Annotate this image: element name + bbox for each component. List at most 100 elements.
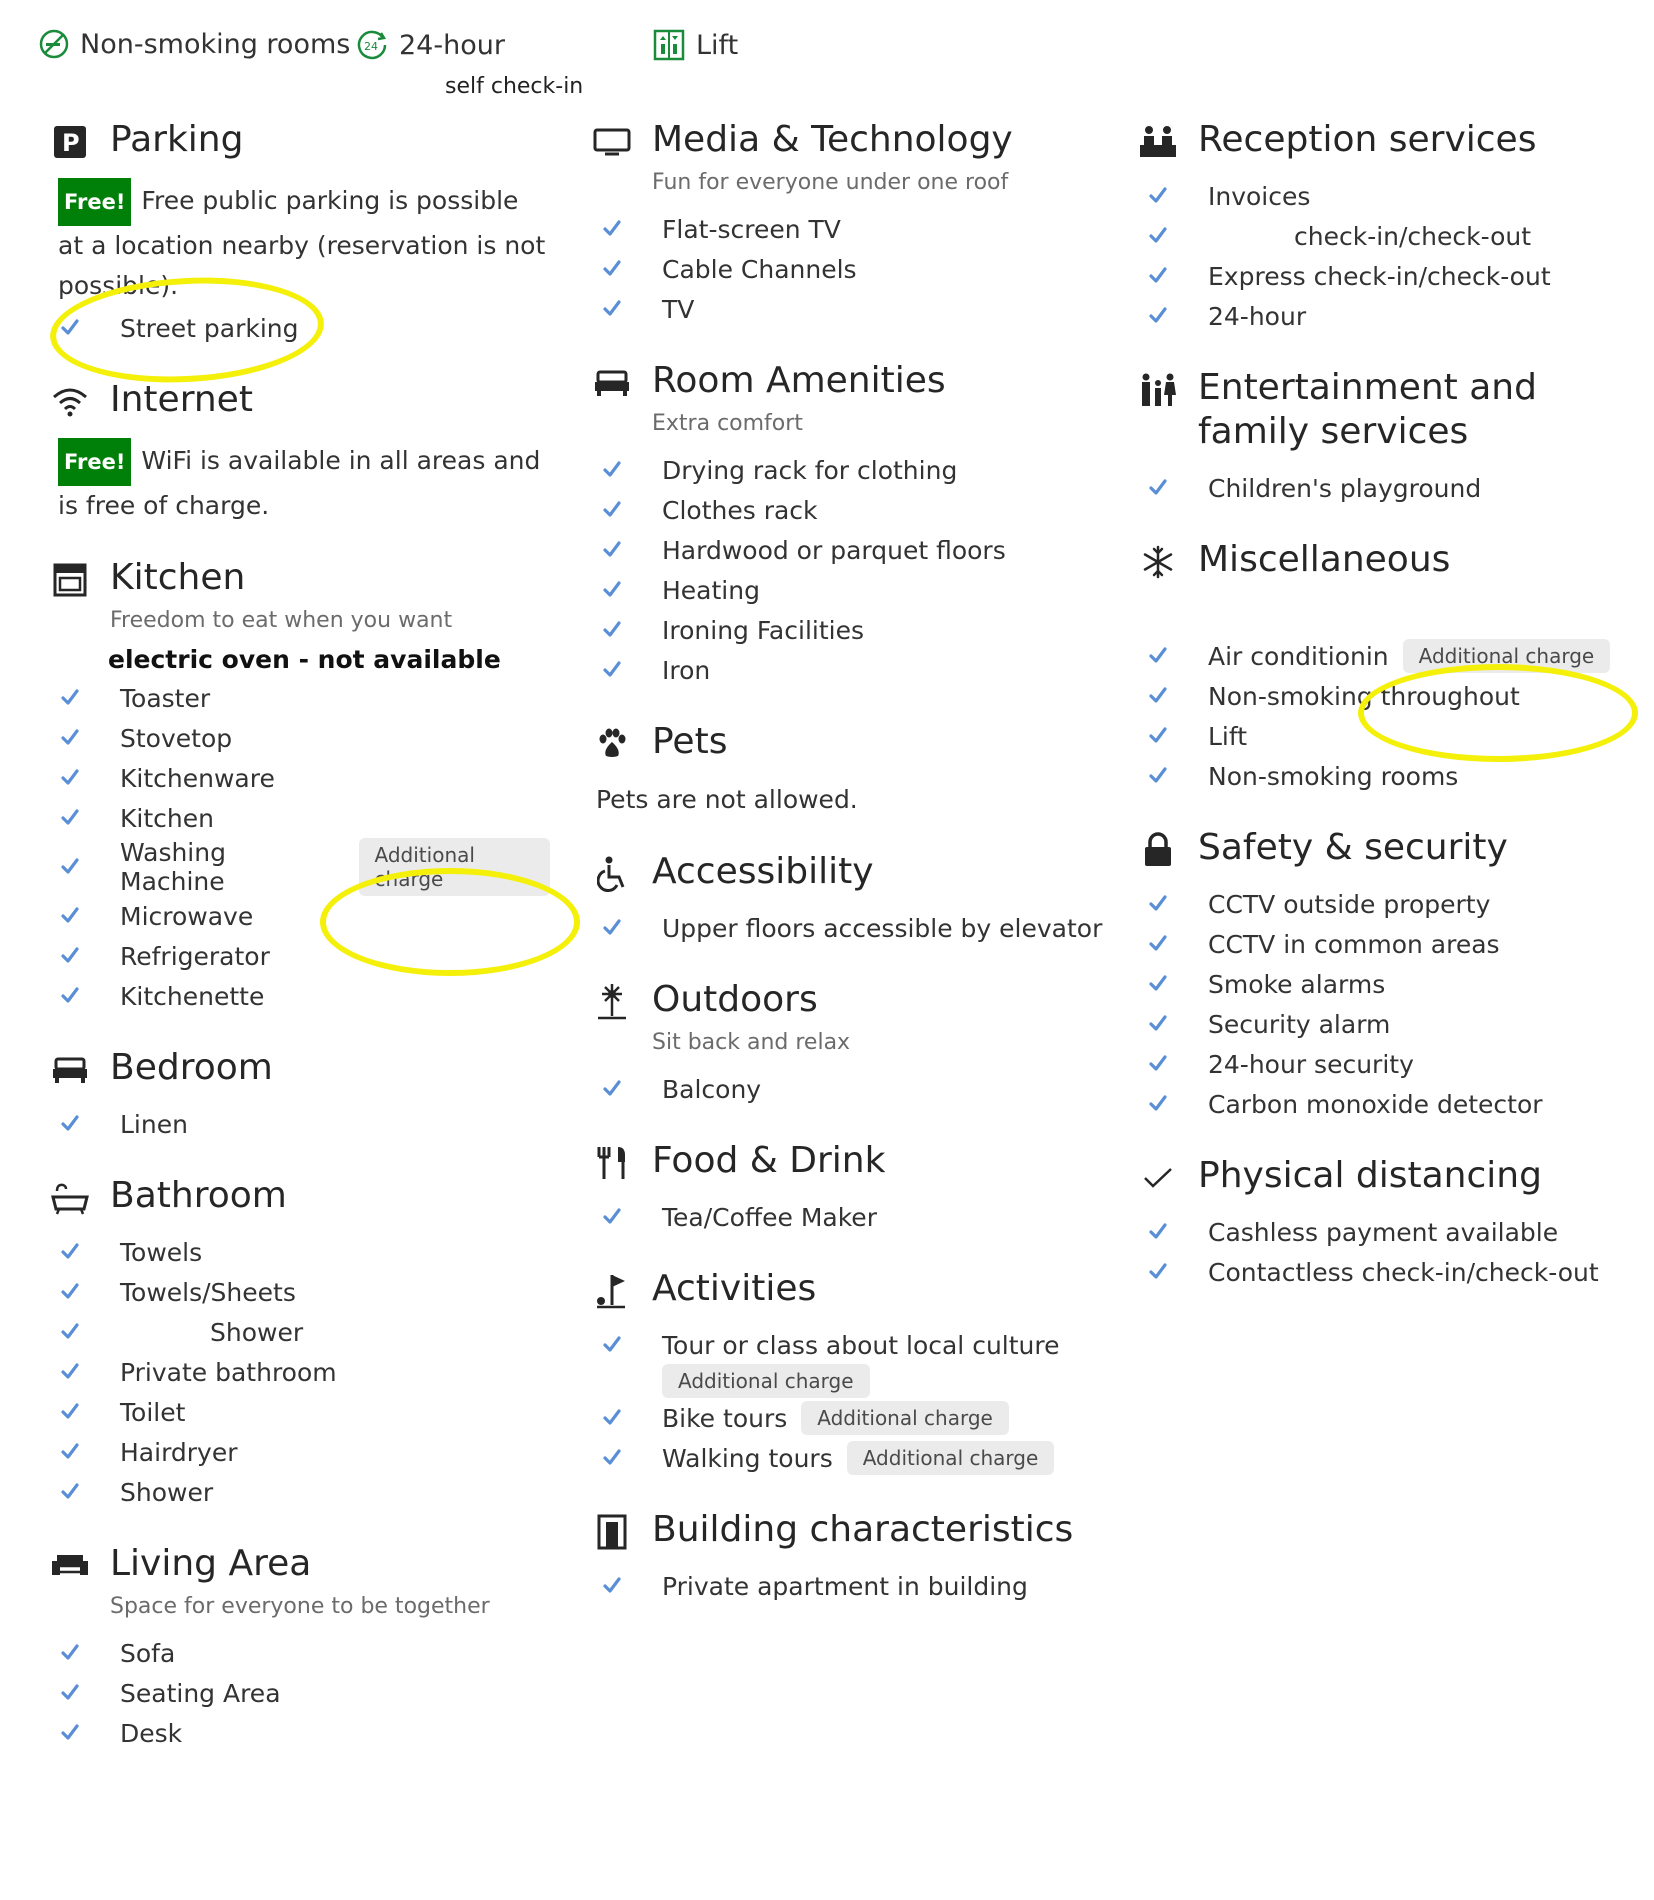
section-building: Building characteristics Private apartme… [592, 1508, 1112, 1606]
check-icon [60, 1282, 80, 1302]
list-item: Iron [592, 650, 1112, 690]
list-item: Cashless payment available [1138, 1212, 1638, 1252]
additional-charge-badge: Additional charge [846, 1441, 1055, 1475]
section-outdoors: Outdoors Sit back and relax Balcony [592, 978, 1112, 1109]
section-entertainment: Entertainment and family services Childr… [1138, 366, 1638, 508]
safety-title: Safety & security [1198, 827, 1508, 868]
check-icon [602, 1335, 622, 1355]
list-item: Private apartment in building [592, 1566, 1112, 1606]
free-badge: Free! [58, 178, 132, 226]
list-item: Walking tours Additional charge [592, 1438, 1112, 1478]
list-item: Kitchenette [50, 976, 550, 1016]
check-icon [1148, 766, 1168, 786]
check-icon [60, 808, 80, 828]
living-title: Living Area [110, 1543, 312, 1584]
list-item: Carbon monoxide detector [1138, 1084, 1638, 1124]
check-icon [1148, 306, 1168, 326]
list-item: Non-smoking throughout [1138, 676, 1638, 716]
check-icon [60, 1362, 80, 1382]
bathtub-icon [50, 1178, 90, 1218]
top-24h-checkin: 24 24-hour [355, 28, 505, 62]
list-item: Linen [50, 1104, 550, 1144]
list-item: Towels/Sheets [50, 1272, 550, 1312]
check-icon [602, 299, 622, 319]
list-item: Contactless check-in/check-out [1138, 1252, 1638, 1292]
check-icon [60, 1402, 80, 1422]
section-kitchen: Kitchen Freedom to eat when you want ele… [50, 556, 550, 1016]
section-bathroom: Bathroom Towels Towels/Sheets Shower Pri… [50, 1174, 550, 1512]
check-icon [602, 660, 622, 680]
check-icon [60, 1723, 80, 1743]
check-icon [1148, 1262, 1168, 1282]
check-icon [60, 728, 80, 748]
family-icon [1138, 370, 1178, 410]
section-media: Media & Technology Fun for everyone unde… [592, 118, 1112, 329]
check-icon [1148, 1222, 1168, 1242]
list-item: Microwave [50, 896, 550, 936]
kitchen-subtitle: Freedom to eat when you want [110, 608, 453, 633]
building-icon [592, 1512, 632, 1552]
list-item: Express check-in/check-out [1138, 256, 1638, 296]
wifi-icon [50, 382, 90, 422]
check-icon [60, 768, 80, 788]
additional-charge-badge: Additional charge [1402, 639, 1611, 673]
clock-24-icon: 24 [357, 30, 387, 60]
media-subtitle: Fun for everyone under one roof [652, 170, 1009, 195]
section-safety: Safety & security CCTV outside property … [1138, 826, 1638, 1124]
check-icon [60, 318, 80, 338]
bathroom-title: Bathroom [110, 1175, 287, 1216]
section-misc: Miscellaneous Air conditionin Additional … [1138, 538, 1638, 796]
check-icon [602, 620, 622, 640]
check-icon [602, 918, 622, 938]
check-icon [1148, 186, 1168, 206]
bedroom-title: Bedroom [110, 1047, 273, 1088]
section-pets: Pets Pets are not allowed. [592, 720, 1112, 820]
list-item: Street parking [50, 308, 550, 348]
kitchen-title: Kitchen [110, 557, 246, 598]
check-icon [1148, 1054, 1168, 1074]
no-smoking-icon [39, 29, 69, 59]
list-item: Kitchenware [50, 758, 550, 798]
list-item: Non-smoking rooms [1138, 756, 1638, 796]
cutlery-icon [592, 1143, 632, 1183]
list-item: Refrigerator [50, 936, 550, 976]
check-icon [602, 219, 622, 239]
reception-icon [1138, 122, 1178, 162]
entertainment-title: Entertainment and family services [1198, 367, 1537, 452]
activities-title: Activities [652, 1268, 817, 1309]
list-item: TV [592, 289, 1112, 329]
wheelchair-icon [592, 854, 632, 894]
list-item: Flat-screen TV [592, 209, 1112, 249]
parking-info: Free! Free public parking is possible at … [58, 178, 550, 306]
check-icon [1148, 726, 1168, 746]
list-item: Stovetop [50, 718, 550, 758]
list-item: Ironing Facilities [592, 610, 1112, 650]
kitchen-note: electric oven - not available [108, 645, 501, 674]
check-icon [602, 1079, 622, 1099]
section-bedroom: Bedroom Linen [50, 1046, 550, 1144]
list-item: Air conditionin Additional charge [1138, 636, 1638, 676]
check-icon [60, 906, 80, 926]
check-icon [602, 540, 622, 560]
list-item: Sofa [50, 1633, 550, 1673]
section-distancing: Physical distancing Cashless payment ava… [1138, 1154, 1638, 1292]
list-item: Balcony [592, 1069, 1112, 1109]
pets-text: Pets are not allowed. [596, 785, 858, 814]
list-item: Shower [50, 1312, 550, 1352]
kitchen-icon [50, 560, 90, 600]
list-item: CCTV in common areas [1138, 924, 1638, 964]
check-icon [1148, 974, 1168, 994]
snowflake-icon [1138, 542, 1178, 582]
list-item: Private bathroom [50, 1352, 550, 1392]
check-icon [1148, 934, 1168, 954]
svg-text:P: P [62, 129, 80, 157]
check-icon [1148, 1014, 1168, 1034]
check-icon [60, 1482, 80, 1502]
section-living-area: Living Area Space for everyone to be tog… [50, 1542, 550, 1753]
top-non-smoking-label: Non-smoking rooms [80, 28, 351, 60]
tv-icon [592, 122, 632, 162]
misc-title: Miscellaneous [1198, 539, 1451, 580]
section-food-drink: Food & Drink Tea/Coffee Maker [592, 1139, 1112, 1237]
check-icon [602, 1576, 622, 1596]
check-icon [602, 460, 622, 480]
